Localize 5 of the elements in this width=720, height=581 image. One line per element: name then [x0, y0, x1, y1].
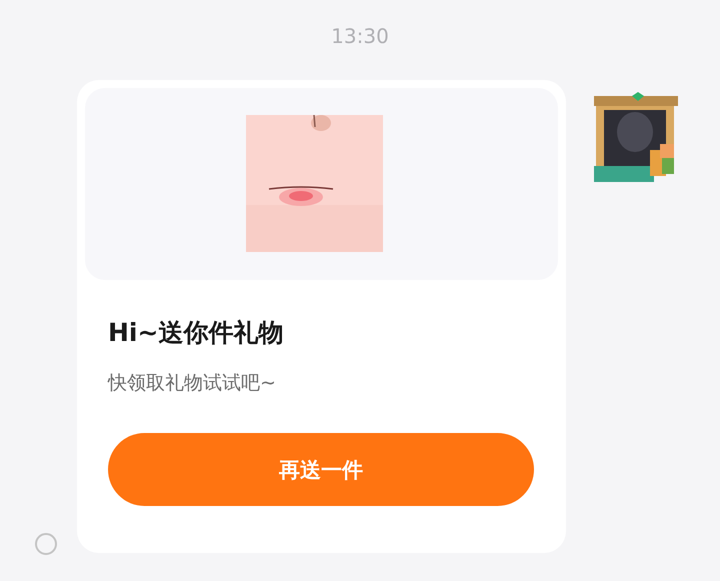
- select-circle[interactable]: [34, 533, 56, 555]
- send-another-button[interactable]: 再送一件: [108, 433, 534, 506]
- timestamp: 13:30: [331, 23, 389, 50]
- card-subtitle: 快领取礼物试试吧~: [108, 371, 276, 396]
- card-title: Hi~送你件礼物: [108, 317, 284, 349]
